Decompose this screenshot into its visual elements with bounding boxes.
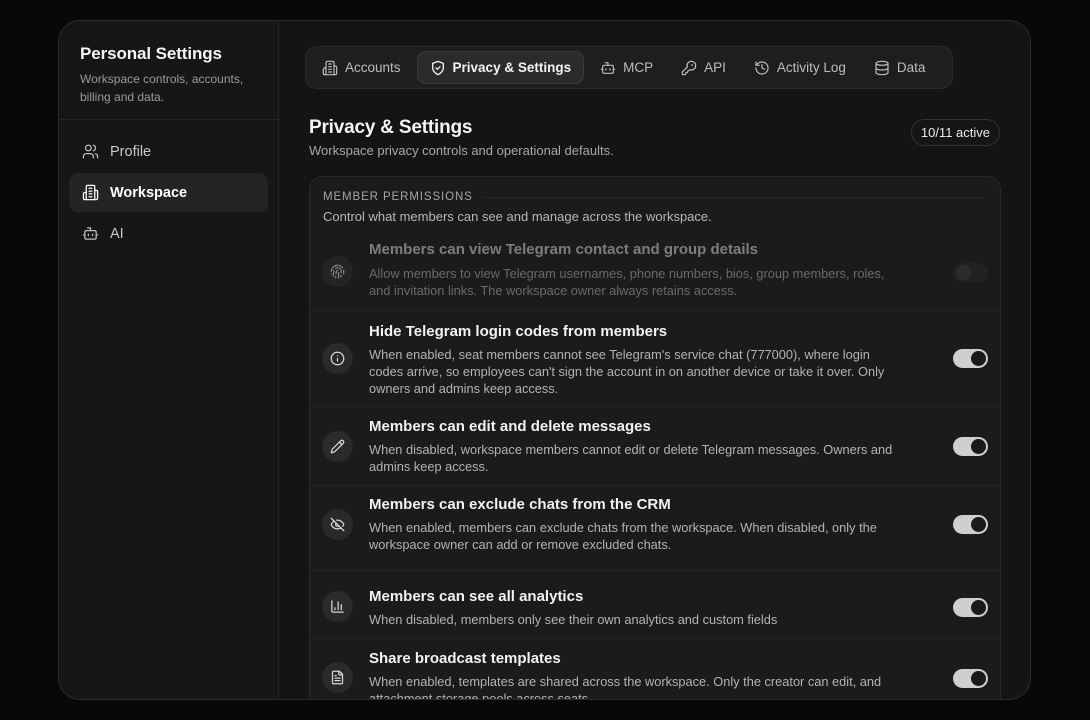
bar-chart-icon [322, 591, 353, 622]
pencil-icon [322, 431, 353, 462]
section-divider [482, 196, 987, 198]
setting-description: When enabled, members can exclude chats … [369, 520, 877, 552]
section-description: Control what members can see and manage … [323, 209, 712, 224]
setting-toggle[interactable] [953, 437, 988, 456]
tab-label: Activity Log [776, 60, 846, 75]
sidebar-header: Personal Settings Workspace controls, ac… [59, 21, 278, 120]
sidebar-title: Personal Settings [80, 44, 222, 63]
eye-off-icon [322, 509, 353, 540]
tab-data[interactable]: Data [862, 51, 938, 84]
setting-row: Hide Telegram login codes from members W… [310, 310, 1000, 406]
setting-description: Allow members to view Telegram usernames… [369, 266, 885, 298]
setting-row: Share broadcast templates When enabled, … [310, 638, 1000, 700]
info-icon [322, 343, 353, 374]
page-title: Privacy & Settings [309, 117, 473, 138]
setting-row: Members can view Telegram contact and gr… [310, 237, 1000, 310]
tab-label: Data [896, 60, 926, 75]
sidebar-item-label: Workspace [110, 184, 188, 201]
page-subtitle: Workspace privacy controls and operation… [309, 143, 614, 158]
setting-title: Members can edit and delete messages [369, 418, 651, 435]
section-header: Member permissions Control what members … [310, 177, 1000, 224]
toggle-knob [971, 600, 986, 615]
toggle-knob [971, 517, 986, 532]
sidebar-item-ai[interactable]: AI [69, 214, 268, 253]
setting-title: Hide Telegram login codes from members [369, 323, 668, 340]
setting-toggle[interactable] [953, 598, 988, 617]
setting-row: Members can edit and delete messages Whe… [310, 406, 1000, 485]
main-content: Accounts Privacy & Settings MCP API Acti… [279, 21, 1030, 699]
fingerprint-icon [322, 256, 353, 287]
toggle-knob [956, 265, 971, 280]
toggle-knob [971, 351, 986, 366]
setting-title: Members can exclude chats from the CRM [369, 496, 671, 513]
shield-check-icon [430, 60, 446, 76]
sidebar-item-profile[interactable]: Profile [69, 132, 268, 171]
setting-toggle[interactable] [953, 263, 988, 282]
tab-label: API [704, 60, 726, 75]
tab-api[interactable]: API [669, 51, 738, 84]
setting-toggle[interactable] [953, 669, 988, 688]
settings-window: Personal Settings Workspace controls, ac… [58, 20, 1031, 700]
member-permissions-panel: Member permissions Control what members … [309, 176, 1001, 700]
tab-bar: Accounts Privacy & Settings MCP API Acti… [305, 46, 953, 89]
database-icon [874, 60, 890, 76]
setting-description: When enabled, seat members cannot see Te… [369, 347, 885, 396]
setting-description: When enabled, templates are shared acros… [369, 674, 882, 700]
sidebar-item-label: Profile [110, 143, 152, 160]
tab-label: Privacy & Settings [452, 60, 572, 75]
sidebar: Personal Settings Workspace controls, ac… [59, 21, 279, 699]
users-icon [81, 143, 99, 161]
bot-icon [600, 60, 616, 76]
sidebar-nav: Profile Workspace AI [59, 120, 278, 267]
file-text-icon [322, 662, 353, 693]
toggle-knob [971, 671, 986, 686]
setting-toggle[interactable] [953, 515, 988, 534]
setting-description: When disabled, workspace members cannot … [369, 442, 893, 474]
active-count-badge: 10/11 active [910, 119, 1000, 146]
setting-title: Share broadcast templates [369, 650, 561, 667]
setting-row: Members can exclude chats from the CRM W… [310, 485, 1000, 570]
toggle-knob [971, 439, 986, 454]
key-icon [681, 60, 697, 76]
tab-mcp[interactable]: MCP [588, 51, 665, 84]
setting-toggle[interactable] [953, 349, 988, 368]
tab-label: MCP [623, 60, 654, 75]
tab-activity-log[interactable]: Activity Log [742, 51, 858, 84]
bot-icon [81, 225, 99, 243]
history-icon [754, 60, 770, 76]
building-icon [322, 60, 338, 76]
sidebar-item-label: AI [110, 225, 124, 242]
sidebar-item-workspace[interactable]: Workspace [69, 173, 268, 212]
sidebar-subtitle: Workspace controls, accounts, billing an… [80, 72, 244, 104]
tab-label: Accounts [345, 60, 401, 75]
section-label: Member permissions [323, 191, 473, 203]
tab-privacy-settings[interactable]: Privacy & Settings [416, 51, 585, 84]
building-icon [81, 184, 99, 202]
setting-row: Members can see all analytics When disab… [310, 570, 1000, 638]
setting-description: When disabled, members only see their ow… [369, 612, 778, 627]
setting-title: Members can see all analytics [369, 588, 584, 605]
setting-title: Members can view Telegram contact and gr… [369, 241, 758, 258]
tab-accounts[interactable]: Accounts [310, 51, 413, 84]
